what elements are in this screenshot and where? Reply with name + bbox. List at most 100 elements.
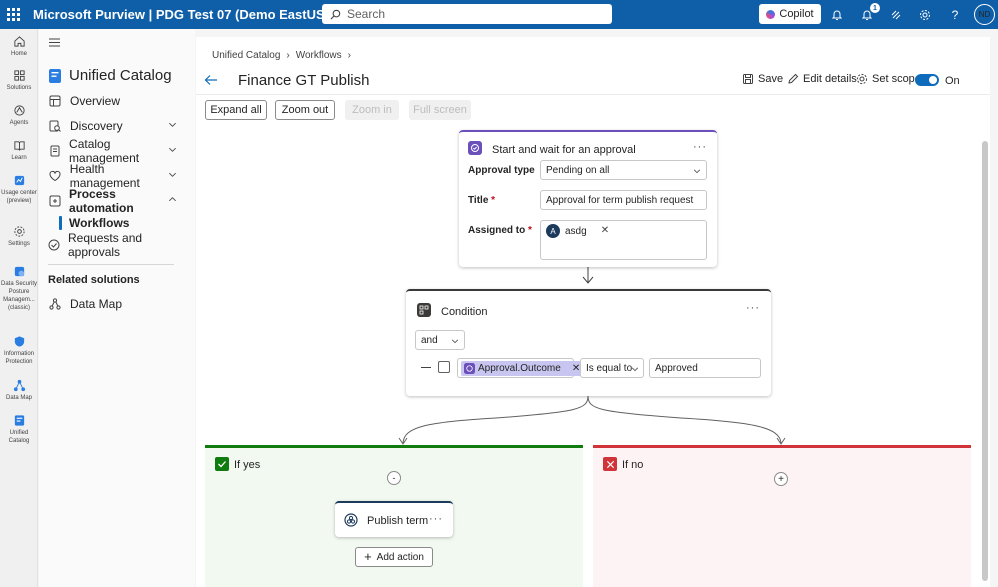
chevron-down-icon	[451, 339, 459, 344]
logic-operator-dropdown[interactable]: and	[415, 330, 465, 350]
selected-indicator	[59, 216, 62, 230]
title-input-value: Approval for term publish request	[546, 194, 694, 206]
if-yes-label: If yes	[234, 459, 261, 471]
approval-type-dropdown[interactable]: Pending on all	[540, 160, 707, 180]
nav-data-map[interactable]: Data Map	[48, 294, 176, 314]
approval-action-card[interactable]: Start and wait for an approval ··· Appro…	[459, 130, 717, 267]
check-icon	[215, 457, 229, 471]
chevron-down-icon	[169, 147, 176, 152]
approval-icon	[464, 362, 475, 374]
rail-agents-label: Agents	[9, 120, 29, 126]
nav-discovery[interactable]: Discovery	[48, 116, 176, 136]
if-yes-branch: If yes - Publish term ··· + Add action	[205, 445, 583, 587]
chevron-down-icon	[631, 367, 639, 372]
title-label: Title *	[468, 195, 495, 206]
rail-dspm[interactable]: Data Security Posture Managem... (classi…	[0, 265, 38, 312]
assigned-to-label: Assigned to *	[468, 225, 532, 236]
approval-icon	[468, 141, 482, 155]
rail-settings-label: Settings	[8, 241, 30, 247]
required-mark: *	[491, 195, 496, 206]
remove-token-icon[interactable]: ✕	[572, 363, 580, 374]
rail-unified-catalog[interactable]: Unified Catalog	[0, 414, 38, 445]
approval-more-icon[interactable]: ···	[693, 141, 707, 153]
publish-term-card[interactable]: Publish term ···	[335, 501, 453, 537]
condition-more-icon[interactable]: ···	[746, 302, 760, 314]
alerts-button[interactable]: 1	[858, 3, 880, 24]
if-no-branch: If no +	[593, 445, 971, 587]
catalog-icon	[49, 68, 61, 83]
gear-icon	[13, 226, 25, 237]
nav-workflows[interactable]: Workflows	[69, 213, 197, 233]
condition-card-title: Condition	[441, 306, 488, 318]
nav-title: Unified Catalog	[69, 67, 172, 84]
settings-button[interactable]	[916, 6, 934, 24]
nav-health-management-label: Health management	[69, 162, 140, 190]
if-no-label: If no	[622, 459, 644, 471]
bell-icon	[831, 10, 843, 20]
left-rail: Home Solutions Agents Learn Usage center…	[0, 29, 38, 587]
app-launcher-button[interactable]	[1, 0, 25, 29]
rail-data-map[interactable]: Data Map	[0, 379, 38, 402]
rail-usage-center[interactable]: Usage center (preview)	[0, 174, 38, 205]
rail-home-label: Home	[10, 51, 27, 57]
hamburger-icon[interactable]	[49, 38, 60, 47]
nav-process-automation-label: Process automation	[69, 187, 134, 215]
copilot-button[interactable]: Copilot	[759, 4, 821, 24]
rail-settings[interactable]: Settings	[0, 225, 38, 248]
assigned-to-input[interactable]: A asdg ✕	[540, 220, 707, 260]
collapse-branch-button[interactable]: -	[387, 471, 401, 485]
rail-info-protection-label: Information Protection	[3, 351, 34, 365]
comparison-dropdown[interactable]: Is equal to	[580, 358, 644, 378]
assignee-name: asdg	[565, 226, 587, 237]
logic-operator-value: and	[421, 334, 438, 346]
chevron-down-icon	[169, 172, 176, 177]
catalog-icon	[14, 415, 24, 426]
rail-solutions[interactable]: Solutions	[0, 69, 38, 92]
app-title[interactable]: Microsoft Purview | PDG Test 07 (Demo Ea…	[33, 7, 329, 22]
rail-data-map-label: Data Map	[5, 395, 32, 401]
help-button[interactable]: ?	[946, 6, 964, 24]
copilot-icon	[766, 9, 776, 19]
nav-requests-label: Requests and approvals	[68, 231, 143, 259]
add-action-button[interactable]: + Add action	[355, 547, 433, 567]
search-box[interactable]: Search	[322, 4, 612, 24]
comparison-value: Is equal to	[586, 362, 633, 374]
nav-health-management[interactable]: Health management	[48, 162, 176, 190]
rail-agents[interactable]: Agents	[0, 104, 38, 127]
user-avatar[interactable]: ND	[974, 4, 995, 25]
condition-left-operand[interactable]: Approval.Outcome ✕	[457, 358, 584, 378]
condition-value-text: Approved	[655, 362, 698, 374]
rail-learn-label: Learn	[11, 155, 27, 161]
rail-unified-catalog-label: Unified Catalog	[8, 430, 30, 444]
dynamic-token[interactable]: Approval.Outcome ✕	[461, 360, 584, 376]
condition-card[interactable]: Condition ··· and Approval.Outcome ✕ Is …	[406, 289, 771, 396]
shield-icon	[14, 336, 24, 347]
nav-requests-approvals[interactable]: Requests and approvals	[48, 231, 176, 259]
publish-more-icon[interactable]: ···	[429, 513, 443, 525]
title-input[interactable]: Approval for term publish request	[540, 190, 707, 210]
row-dash-icon	[421, 367, 431, 368]
notifications-button[interactable]	[828, 6, 846, 24]
rail-home[interactable]: Home	[0, 35, 38, 58]
nav-divider	[48, 264, 174, 265]
side-nav: Unified Catalog Overview Discovery Catal…	[39, 29, 195, 587]
title-label-text: Title	[468, 195, 489, 206]
check-circle-icon	[48, 238, 60, 252]
nav-process-automation[interactable]: Process automation	[48, 187, 176, 215]
row-checkbox[interactable]	[438, 361, 450, 373]
nav-overview[interactable]: Overview	[48, 91, 176, 111]
connections-button[interactable]	[887, 6, 905, 24]
waffle-icon	[6, 8, 20, 21]
condition-icon	[417, 303, 431, 317]
add-step-button[interactable]: +	[774, 472, 788, 486]
rail-learn[interactable]: Learn	[0, 139, 38, 162]
grid-icon	[13, 70, 25, 81]
remove-assignee-icon[interactable]: ✕	[601, 225, 609, 236]
rail-information-protection[interactable]: Information Protection	[0, 335, 38, 366]
nav-catalog-management[interactable]: Catalog management	[48, 137, 176, 165]
publish-icon	[344, 513, 358, 527]
nav-workflows-label: Workflows	[69, 216, 130, 230]
assigned-label-text: Assigned to	[468, 225, 526, 236]
condition-value-input[interactable]: Approved	[649, 358, 761, 378]
data-map-icon	[13, 379, 25, 392]
